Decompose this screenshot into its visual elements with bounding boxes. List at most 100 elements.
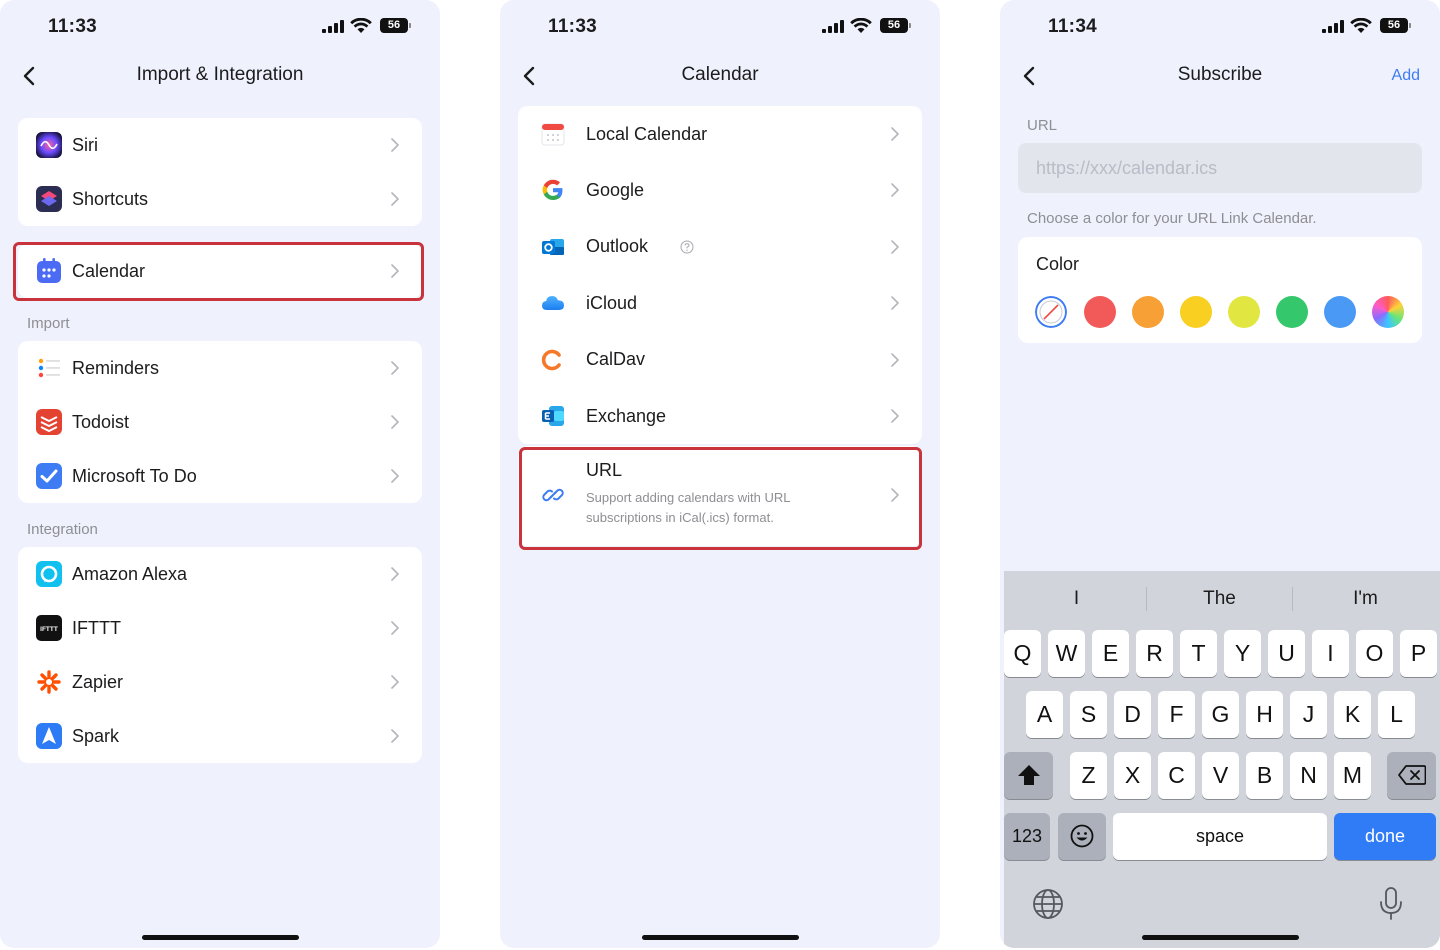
- key-x[interactable]: X: [1114, 752, 1151, 799]
- key-w[interactable]: W: [1048, 630, 1085, 677]
- page-title: Subscribe: [1177, 64, 1263, 85]
- home-indicator: [1142, 935, 1299, 940]
- nav-bar: Import & Integration: [0, 56, 440, 96]
- color-swatch-green[interactable]: [1276, 296, 1308, 328]
- chevron-right-icon: [891, 488, 899, 502]
- shift-icon: [1017, 765, 1040, 785]
- shift-key[interactable]: [1004, 752, 1053, 799]
- chevron-right-icon: [891, 296, 899, 310]
- row-label: IFTTT: [72, 617, 121, 638]
- chevron-right-icon: [891, 127, 899, 141]
- row-caldav[interactable]: CalDav: [518, 332, 922, 388]
- row-local-calendar[interactable]: Local Calendar: [518, 106, 922, 162]
- done-key[interactable]: done: [1334, 813, 1436, 860]
- emoji-key[interactable]: [1058, 813, 1106, 860]
- cellular-signal-icon: [822, 20, 844, 33]
- calendar-sources-group: Local Calendar Google Outlook iCloud Cal…: [518, 106, 922, 445]
- key-q[interactable]: Q: [1004, 630, 1041, 677]
- chevron-right-icon: [391, 264, 399, 278]
- key-g[interactable]: G: [1202, 691, 1239, 738]
- row-siri[interactable]: Siri: [18, 118, 422, 172]
- key-t[interactable]: T: [1180, 630, 1217, 677]
- globe-icon[interactable]: [1032, 888, 1064, 920]
- key-o[interactable]: O: [1356, 630, 1393, 677]
- row-google[interactable]: Google: [518, 162, 922, 218]
- alexa-icon: [36, 561, 62, 587]
- numbers-key[interactable]: 123: [1004, 813, 1050, 860]
- url-input[interactable]: [1018, 143, 1422, 193]
- shortcuts-icon: [36, 186, 62, 212]
- siri-icon: [36, 132, 62, 158]
- status-time: 11:33: [548, 16, 598, 37]
- key-k[interactable]: K: [1334, 691, 1371, 738]
- url-group: URL Support adding calendars with URL su…: [518, 446, 922, 546]
- row-url[interactable]: URL Support adding calendars with URL su…: [518, 446, 922, 546]
- help-icon[interactable]: [680, 240, 694, 254]
- key-u[interactable]: U: [1268, 630, 1305, 677]
- color-swatch-lime[interactable]: [1228, 296, 1260, 328]
- color-swatch-blue[interactable]: [1324, 296, 1356, 328]
- siri-shortcuts-group: Siri Shortcuts: [18, 118, 422, 226]
- battery-icon: 56: [1380, 18, 1411, 33]
- key-d[interactable]: D: [1114, 691, 1151, 738]
- home-indicator: [142, 935, 299, 940]
- page-title: Import & Integration: [136, 64, 304, 85]
- chevron-right-icon: [391, 192, 399, 206]
- row-icloud[interactable]: iCloud: [518, 275, 922, 331]
- cellular-signal-icon: [322, 20, 344, 33]
- row-zapier[interactable]: Zapier: [18, 655, 422, 709]
- key-e[interactable]: E: [1092, 630, 1129, 677]
- color-swatch-orange[interactable]: [1132, 296, 1164, 328]
- color-swatch-none[interactable]: [1035, 296, 1067, 328]
- chevron-right-icon: [391, 138, 399, 152]
- space-key[interactable]: space: [1113, 813, 1327, 860]
- section-header-import: Import: [27, 315, 70, 332]
- color-swatch-red[interactable]: [1084, 296, 1116, 328]
- key-s[interactable]: S: [1070, 691, 1107, 738]
- key-i[interactable]: I: [1312, 630, 1349, 677]
- key-l[interactable]: L: [1378, 691, 1415, 738]
- key-z[interactable]: Z: [1070, 752, 1107, 799]
- color-swatch-custom[interactable]: [1372, 296, 1404, 328]
- row-spark[interactable]: Spark: [18, 709, 422, 763]
- row-amazon-alexa[interactable]: Amazon Alexa: [18, 547, 422, 601]
- delete-key[interactable]: [1387, 752, 1436, 799]
- row-outlook[interactable]: Outlook: [518, 219, 922, 275]
- key-a[interactable]: A: [1026, 691, 1063, 738]
- key-v[interactable]: V: [1202, 752, 1239, 799]
- link-icon: [542, 488, 564, 502]
- suggestion-3[interactable]: I'm: [1293, 571, 1438, 627]
- battery-icon: 56: [880, 18, 911, 33]
- row-microsoft-todo[interactable]: Microsoft To Do: [18, 449, 422, 503]
- key-c[interactable]: C: [1158, 752, 1195, 799]
- local-calendar-icon: [541, 123, 565, 146]
- chevron-right-icon: [891, 352, 899, 367]
- key-j[interactable]: J: [1290, 691, 1327, 738]
- keyboard: I The I'm QWERTYUIOP ASDFGHJKL ZXCVBNM 1…: [1004, 571, 1440, 948]
- row-todoist[interactable]: Todoist: [18, 395, 422, 449]
- add-button[interactable]: Add: [1392, 67, 1420, 85]
- row-exchange[interactable]: Exchange: [518, 388, 922, 444]
- suggestion-2[interactable]: The: [1147, 571, 1292, 627]
- row-shortcuts[interactable]: Shortcuts: [18, 172, 422, 226]
- key-f[interactable]: F: [1158, 691, 1195, 738]
- key-b[interactable]: B: [1246, 752, 1283, 799]
- row-calendar[interactable]: Calendar: [18, 244, 422, 298]
- caldav-icon: [541, 349, 561, 370]
- row-ifttt[interactable]: IFTTT IFTTT: [18, 601, 422, 655]
- import-integration-screen: 11:33 56 Import & Integration Siri Short…: [0, 0, 440, 948]
- key-p[interactable]: P: [1400, 630, 1437, 677]
- url-field-label: URL: [1027, 117, 1058, 134]
- page-title: Calendar: [681, 64, 759, 85]
- chevron-right-icon: [891, 409, 899, 423]
- row-reminders[interactable]: Reminders: [18, 341, 422, 395]
- key-m[interactable]: M: [1334, 752, 1371, 799]
- suggestion-1[interactable]: I: [1004, 571, 1149, 627]
- zapier-icon: [37, 670, 61, 694]
- microphone-icon[interactable]: [1378, 886, 1404, 922]
- key-r[interactable]: R: [1136, 630, 1173, 677]
- color-swatch-yellow[interactable]: [1180, 296, 1212, 328]
- key-n[interactable]: N: [1290, 752, 1327, 799]
- key-h[interactable]: H: [1246, 691, 1283, 738]
- key-y[interactable]: Y: [1224, 630, 1261, 677]
